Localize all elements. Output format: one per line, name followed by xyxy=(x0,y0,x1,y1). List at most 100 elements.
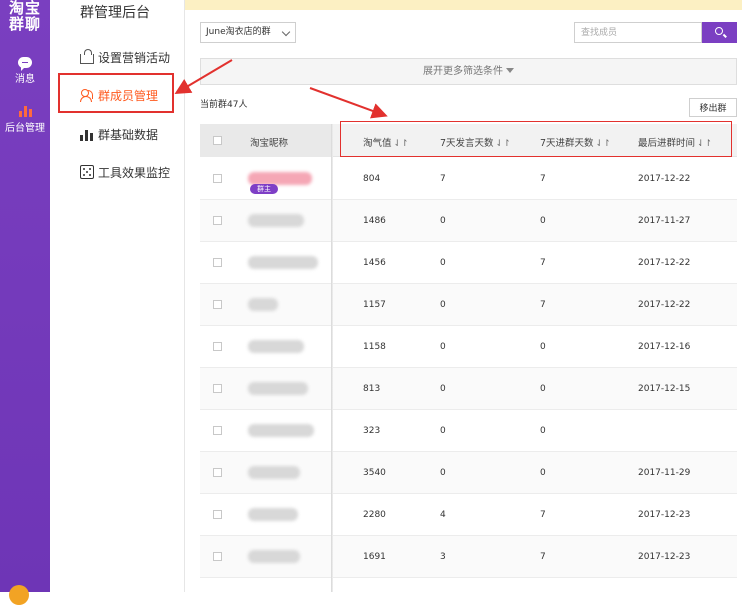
table-row[interactable]: 1456 0 7 2017-12-22 xyxy=(200,242,737,284)
cell-join7: 7 xyxy=(540,510,546,520)
cell-join7: 0 xyxy=(540,384,546,394)
sidebar-item-tool-monitor[interactable]: 工具效果监控 xyxy=(80,162,170,182)
cell-taoqi: 1158 xyxy=(363,342,386,352)
blurred-nickname xyxy=(248,424,314,437)
table-row[interactable]: 1691 3 7 2017-12-23 xyxy=(200,536,737,578)
cell-taoqi: 1456 xyxy=(363,258,386,268)
cell-join7: 0 xyxy=(540,468,546,478)
group-select[interactable]: June淘衣店的群 xyxy=(200,22,296,43)
table-row[interactable]: 323 0 0 xyxy=(200,410,737,452)
cell-speak7: 0 xyxy=(440,468,446,478)
row-checkbox[interactable] xyxy=(213,510,222,519)
message-bubble-icon xyxy=(18,57,32,71)
rail-item-label: 后台管理 xyxy=(5,123,45,134)
table-row[interactable]: 2280 4 7 2017-12-23 xyxy=(200,494,737,536)
cell-last: 2017-11-29 xyxy=(638,468,691,478)
avatar[interactable] xyxy=(9,585,29,605)
cell-last: 2017-12-23 xyxy=(638,510,691,520)
sidebar-item-label: 群基础数据 xyxy=(98,127,159,142)
cell-speak7: 4 xyxy=(440,510,446,520)
cell-speak7: 7 xyxy=(440,174,446,184)
shopping-bag-icon xyxy=(80,49,94,64)
cell-join7: 7 xyxy=(540,552,546,562)
cell-speak7: 0 xyxy=(440,342,446,352)
app-rail: 淘宝 群聊 消息 后台管理 xyxy=(0,0,50,605)
row-checkbox[interactable] xyxy=(213,552,222,561)
remove-from-group-button[interactable]: 移出群 xyxy=(689,98,737,117)
search-button[interactable] xyxy=(702,22,737,43)
cell-last: 2017-12-22 xyxy=(638,300,691,310)
cell-join7: 0 xyxy=(540,342,546,352)
cell-join7: 7 xyxy=(540,174,546,184)
row-checkbox[interactable] xyxy=(213,216,222,225)
row-checkbox[interactable] xyxy=(213,258,222,267)
cell-speak7: 0 xyxy=(440,258,446,268)
sidebar-item-marketing[interactable]: 设置营销活动 xyxy=(80,47,170,67)
expand-filters-button[interactable]: 展开更多筛选条件 xyxy=(200,58,737,85)
expand-filters-label: 展开更多筛选条件 xyxy=(423,66,503,77)
cell-join7: 7 xyxy=(540,300,546,310)
blurred-nickname xyxy=(248,340,304,353)
row-checkbox[interactable] xyxy=(213,426,222,435)
group-select-value: June淘衣店的群 xyxy=(206,27,271,37)
cell-last: 2017-11-27 xyxy=(638,216,691,226)
select-all-checkbox[interactable] xyxy=(213,136,222,145)
cell-join7: 7 xyxy=(540,258,546,268)
table-row[interactable]: 3540 0 0 2017-11-29 xyxy=(200,452,737,494)
sidebar-item-basic-data[interactable]: 群基础数据 xyxy=(80,124,158,144)
notice-bar xyxy=(185,0,742,10)
cell-last: 2017-12-23 xyxy=(638,552,691,562)
sidebar-item-label: 工具效果监控 xyxy=(98,165,171,180)
cell-taoqi: 323 xyxy=(363,426,381,436)
table-row[interactable]: 群主 804 7 7 2017-12-22 xyxy=(200,158,737,200)
blurred-nickname xyxy=(248,214,304,227)
row-checkbox[interactable] xyxy=(213,384,222,393)
column-freeze-divider xyxy=(331,124,333,592)
caret-down-icon xyxy=(506,68,514,73)
blurred-nickname xyxy=(248,256,318,269)
table-row[interactable]: 1157 0 7 2017-12-22 xyxy=(200,284,737,326)
blurred-nickname xyxy=(248,298,278,311)
app-logo: 淘宝 群聊 xyxy=(0,0,50,32)
dice-icon xyxy=(80,165,94,179)
cell-taoqi: 1486 xyxy=(363,216,386,226)
member-search-input[interactable] xyxy=(574,22,702,43)
annotation-box-members xyxy=(58,73,174,113)
app-logo-line-2: 群聊 xyxy=(8,15,41,33)
rail-item-messages[interactable]: 消息 xyxy=(0,57,50,85)
row-checkbox[interactable] xyxy=(213,174,222,183)
sidebar-title: 群管理后台 xyxy=(80,5,150,21)
cell-speak7: 0 xyxy=(440,426,446,436)
annotation-arrow-to-columns xyxy=(309,87,388,119)
blurred-nickname xyxy=(248,382,308,395)
bar-chart-icon xyxy=(80,127,94,141)
rail-item-admin[interactable]: 后台管理 xyxy=(0,106,50,134)
chevron-down-icon xyxy=(281,27,291,37)
table-row[interactable]: 1158 0 0 2017-12-16 xyxy=(200,326,737,368)
cell-taoqi: 813 xyxy=(363,384,381,394)
blurred-nickname xyxy=(248,508,298,521)
cell-taoqi: 2280 xyxy=(363,510,386,520)
cell-join7: 0 xyxy=(540,426,546,436)
sidebar-item-label: 设置营销活动 xyxy=(98,50,171,65)
search-icon xyxy=(715,27,723,35)
cell-last: 2017-12-22 xyxy=(638,174,691,184)
cell-last: 2017-12-22 xyxy=(638,258,691,268)
blurred-nickname xyxy=(248,550,300,563)
row-checkbox[interactable] xyxy=(213,468,222,477)
row-checkbox[interactable] xyxy=(213,342,222,351)
owner-badge: 群主 xyxy=(250,184,278,194)
table-row[interactable]: 813 0 0 2017-12-15 xyxy=(200,368,737,410)
cell-last: 2017-12-16 xyxy=(638,342,691,352)
cell-speak7: 3 xyxy=(440,552,446,562)
cell-taoqi: 3540 xyxy=(363,468,386,478)
col-header-nickname: 淘宝昵称 xyxy=(250,138,289,149)
rail-item-label: 消息 xyxy=(15,74,35,85)
app-logo-line-1: 淘宝 xyxy=(8,0,41,17)
table-row[interactable]: 1486 0 0 2017-11-27 xyxy=(200,200,737,242)
annotation-box-columns xyxy=(340,121,732,157)
cell-last: 2017-12-15 xyxy=(638,384,691,394)
row-checkbox[interactable] xyxy=(213,300,222,309)
cell-join7: 0 xyxy=(540,216,546,226)
cell-taoqi: 1691 xyxy=(363,552,386,562)
